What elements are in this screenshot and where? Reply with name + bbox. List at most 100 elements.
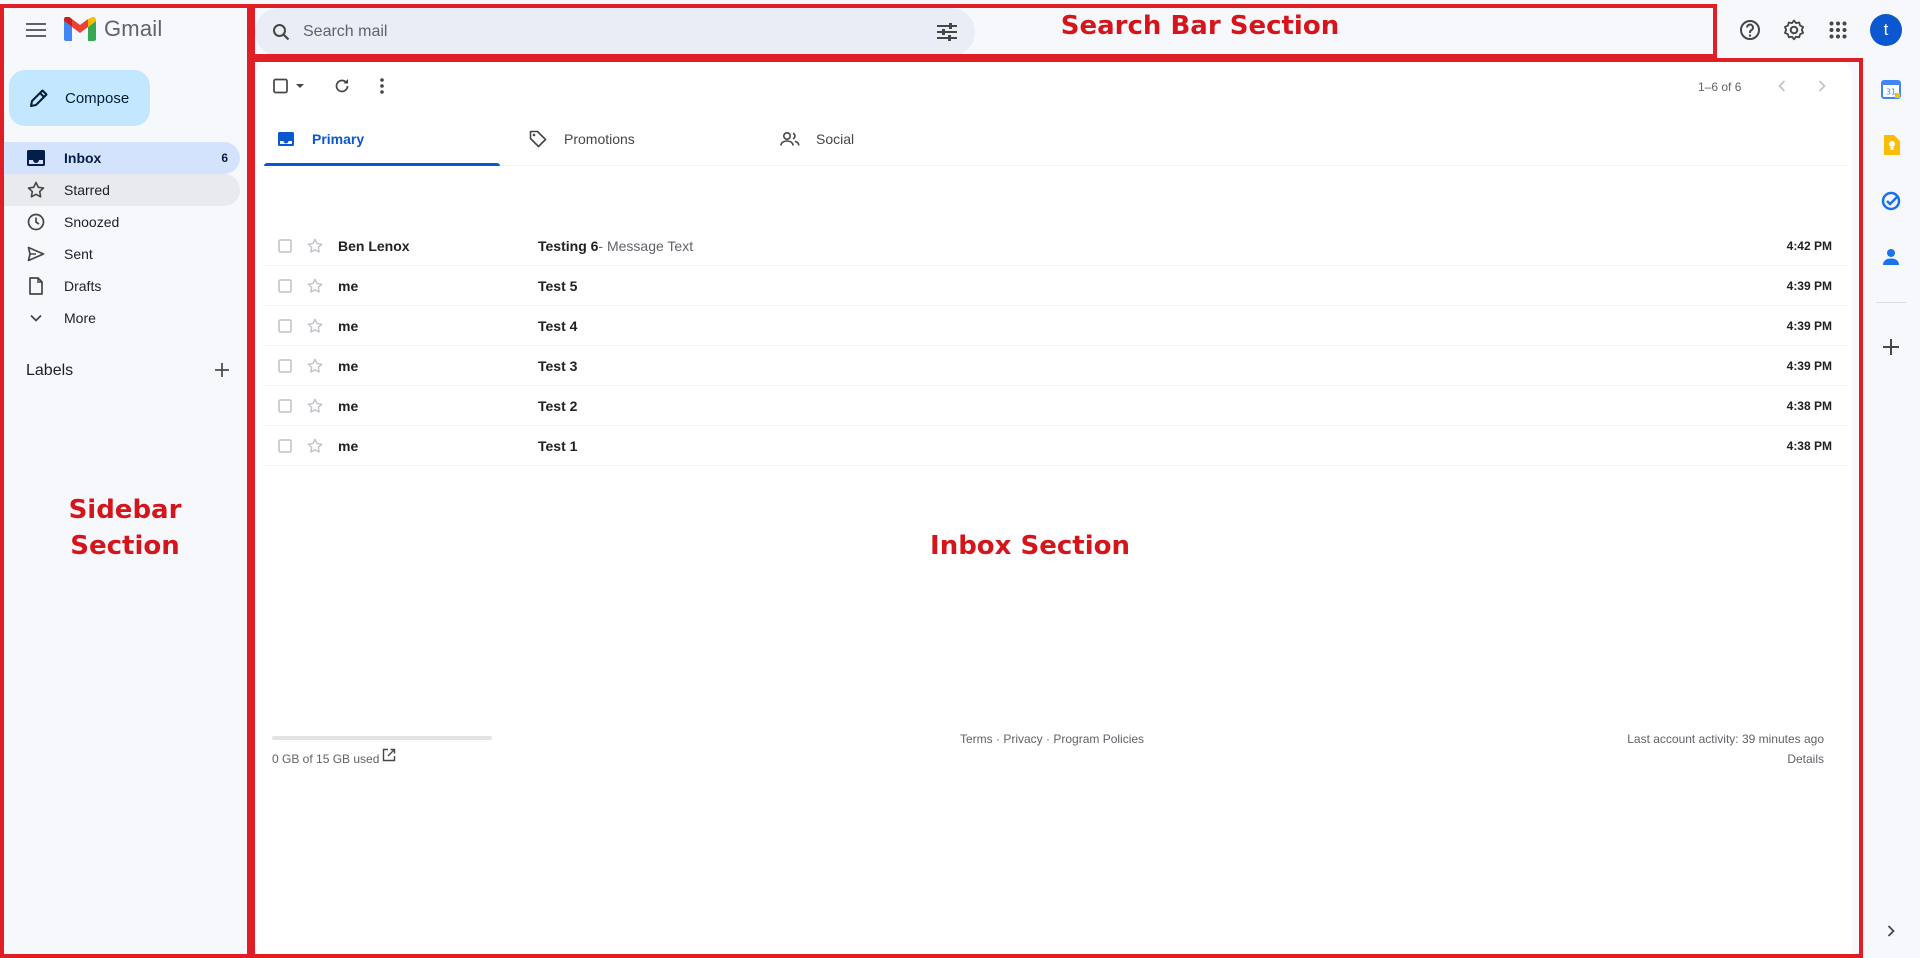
star-icon <box>26 180 46 200</box>
sidebar-item-label: More <box>64 310 96 326</box>
svg-text:31: 31 <box>1886 88 1896 97</box>
email-row[interactable]: Ben Lenox Testing 6 - Message Text 4:42 PM <box>264 226 1848 266</box>
search-input[interactable] <box>303 23 935 41</box>
star-icon[interactable] <box>306 317 324 335</box>
main-menu-button[interactable] <box>20 14 52 46</box>
program-policies-link[interactable]: Program Policies <box>1053 732 1144 746</box>
tab-promotions[interactable]: Promotions <box>516 112 752 166</box>
chevron-right-icon[interactable] <box>1808 72 1836 100</box>
email-row[interactable]: me Test 5 4:39 PM <box>264 266 1848 306</box>
storage-meter <box>272 736 492 740</box>
separator: · <box>992 732 1004 746</box>
chevron-left-icon[interactable] <box>1768 72 1796 100</box>
sidebar-label-line: Sidebar <box>68 495 182 525</box>
gmail-m-icon <box>64 17 96 41</box>
app-name: Gmail <box>104 16 163 41</box>
star-icon[interactable] <box>306 397 324 415</box>
email-row[interactable]: me Test 3 4:39 PM <box>264 346 1848 386</box>
gmail-logo[interactable]: Gmail <box>64 16 162 42</box>
settings-gear-icon[interactable] <box>1778 14 1810 46</box>
sidebar-item-label: Snoozed <box>64 214 120 230</box>
last-activity-text: Last account activity: 39 minutes ago <box>1627 732 1824 746</box>
star-icon[interactable] <box>306 237 324 255</box>
sidebar-section-label: Sidebar Section <box>40 492 210 564</box>
sidebar-item-more[interactable]: More <box>0 302 240 334</box>
search-bar-section-label: Search Bar Section <box>1060 11 1340 41</box>
row-checkbox[interactable] <box>276 237 294 255</box>
more-vertical-icon[interactable] <box>368 72 396 100</box>
refresh-icon[interactable] <box>328 72 356 100</box>
send-icon <box>26 244 46 264</box>
email-time: 4:38 PM <box>1786 438 1832 453</box>
tab-primary[interactable]: Primary <box>264 112 500 166</box>
row-checkbox[interactable] <box>276 317 294 335</box>
search-icon[interactable] <box>269 20 293 44</box>
row-checkbox[interactable] <box>276 277 294 295</box>
category-tabs: Primary Promotions Social <box>264 112 1848 166</box>
email-row[interactable]: me Test 4 4:39 PM <box>264 306 1848 346</box>
people-icon <box>780 129 800 149</box>
email-row[interactable]: me Test 1 4:38 PM <box>264 426 1848 466</box>
email-time: 4:42 PM <box>1786 238 1832 253</box>
star-icon[interactable] <box>306 277 324 295</box>
sidebar-item-inbox[interactable]: Inbox 6 <box>0 142 240 174</box>
email-time: 4:38 PM <box>1786 398 1832 413</box>
rail-divider <box>1876 302 1906 303</box>
details-link[interactable]: Details <box>1787 752 1824 766</box>
chevron-down-icon <box>26 308 46 328</box>
keep-icon[interactable] <box>1876 130 1906 160</box>
storage-used-text: 0 GB of 15 GB used <box>272 752 380 766</box>
tab-label: Primary <box>312 131 365 147</box>
inbox-section-label: Inbox Section <box>930 531 1130 561</box>
show-side-panel-chevron-icon[interactable] <box>1876 916 1906 946</box>
email-row[interactable]: me Test 2 4:38 PM <box>264 386 1848 426</box>
tag-icon <box>528 129 548 149</box>
labels-heading: Labels <box>26 362 74 379</box>
tab-social[interactable]: Social <box>768 112 1004 166</box>
footer-links: Terms · Privacy · Program Policies <box>960 732 1144 746</box>
row-checkbox[interactable] <box>276 397 294 415</box>
search-options-icon[interactable] <box>935 20 959 44</box>
sidebar-item-drafts[interactable]: Drafts <box>0 270 240 302</box>
select-all-checkbox[interactable] <box>270 72 310 100</box>
apps-grid-icon[interactable] <box>1822 14 1854 46</box>
email-subject: Test 2 <box>538 397 578 414</box>
email-snippet: - Message Text <box>598 237 694 254</box>
pagination-info: 1–6 of 6 <box>1698 80 1742 94</box>
add-addon-plus-icon[interactable] <box>1876 332 1906 362</box>
sidebar-item-sent[interactable]: Sent <box>0 238 240 270</box>
sidebar-item-label: Inbox <box>64 150 102 166</box>
sidebar-item-snoozed[interactable]: Snoozed <box>0 206 240 238</box>
email-subject: Testing 6 <box>538 237 599 254</box>
email-sender: me <box>338 357 359 374</box>
unread-count: 6 <box>221 151 228 165</box>
clock-icon <box>26 212 46 232</box>
star-icon[interactable] <box>306 357 324 375</box>
tasks-icon[interactable] <box>1876 186 1906 216</box>
email-sender: me <box>338 317 359 334</box>
terms-link[interactable]: Terms <box>960 732 993 746</box>
draft-icon <box>26 276 46 296</box>
compose-button[interactable]: Compose <box>9 70 150 126</box>
add-label-plus-icon[interactable] <box>210 358 234 382</box>
sidebar-item-starred[interactable]: Starred <box>0 174 240 206</box>
tab-label: Promotions <box>564 131 635 147</box>
privacy-link[interactable]: Privacy <box>1003 732 1042 746</box>
email-sender: Ben Lenox <box>338 237 410 254</box>
star-icon[interactable] <box>306 437 324 455</box>
email-subject: Test 4 <box>538 317 578 334</box>
email-time: 4:39 PM <box>1786 318 1832 333</box>
row-checkbox[interactable] <box>276 437 294 455</box>
compose-label: Compose <box>65 89 130 107</box>
help-icon[interactable] <box>1734 14 1766 46</box>
inbox-panel: 1–6 of 6 Primary Promotions Social Ben L… <box>256 60 1852 958</box>
contacts-icon[interactable] <box>1876 242 1906 272</box>
external-link-icon[interactable] <box>380 746 398 764</box>
pencil-icon <box>27 86 51 110</box>
email-time: 4:39 PM <box>1786 358 1832 373</box>
sidebar-item-label: Drafts <box>64 278 102 294</box>
row-checkbox[interactable] <box>276 357 294 375</box>
inbox-icon <box>276 129 296 149</box>
calendar-icon[interactable]: 31 <box>1876 74 1906 104</box>
account-avatar[interactable]: t <box>1870 14 1902 46</box>
